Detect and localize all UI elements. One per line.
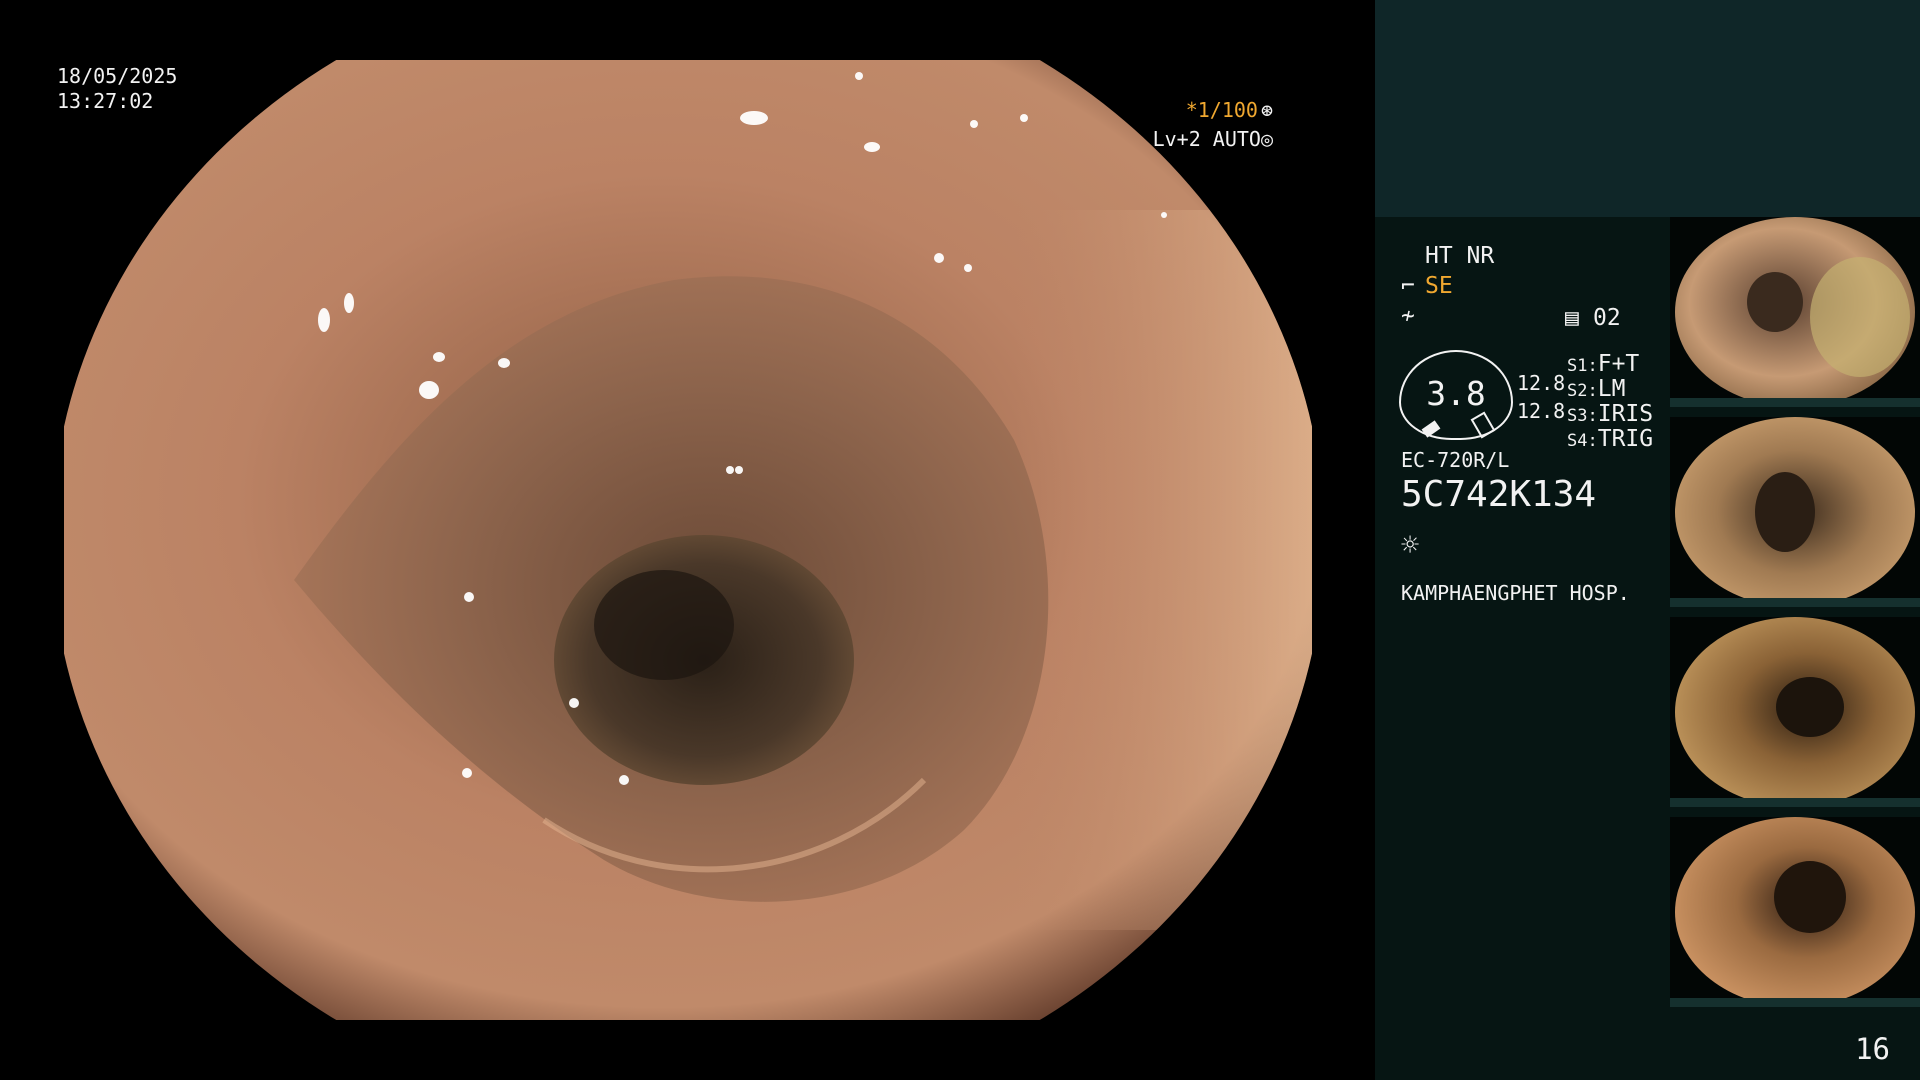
page-number: 16 xyxy=(1855,1032,1890,1066)
document-icon: ▤ xyxy=(1565,305,1579,331)
switch-row: S3:IRIS xyxy=(1567,401,1653,427)
gauge: 3.8 xyxy=(1399,350,1513,440)
gauge-pointer-left xyxy=(1421,420,1441,438)
thumbnail[interactable] xyxy=(1670,417,1920,607)
switch-row: S4:TRIG xyxy=(1567,426,1653,452)
switch-value: F+T xyxy=(1597,351,1640,377)
light-icon: ☼ xyxy=(1401,528,1420,563)
scope-info: HT NR ⌐ SE ≁ ▤ 02 3.8 12.8 12.8 S1:F+T S… xyxy=(1375,217,1670,1080)
switch-value: LM xyxy=(1597,376,1626,402)
thumbnail-strip xyxy=(1670,217,1920,1017)
signal-icon: ≁ xyxy=(1401,303,1415,329)
pressure-value-1: 12.8 xyxy=(1517,371,1566,395)
info-panel: HT NR ⌐ SE ≁ ▤ 02 3.8 12.8 12.8 S1:F+T S… xyxy=(1375,0,1920,1080)
mode-line: HT NR xyxy=(1425,243,1495,269)
endoscope-main-view: 18/05/2025 13:27:02 *1/100 ⊛ Lv+2 AUTO◎ xyxy=(0,0,1375,1080)
switch-key: S1: xyxy=(1567,356,1598,376)
iris-readout: Lv+2 AUTO◎ xyxy=(1153,127,1273,151)
panel-header-area xyxy=(1375,0,1920,217)
switch-row: S1:F+T xyxy=(1567,351,1639,377)
thumbnail[interactable] xyxy=(1670,817,1920,1007)
thumbnail-bar xyxy=(1670,798,1920,807)
thumbnail[interactable] xyxy=(1670,217,1920,407)
switch-key: S4: xyxy=(1567,431,1598,451)
date-text: 18/05/2025 xyxy=(57,64,178,88)
scope-model: EC-720R/L xyxy=(1401,448,1510,472)
shutter-text: *1/100 xyxy=(1185,98,1258,122)
scope-se-icon: ⌐ xyxy=(1401,273,1415,299)
switch-key: S2: xyxy=(1567,381,1598,401)
thumbnail-bar xyxy=(1670,398,1920,407)
aperture-icon: ⊛ xyxy=(1260,98,1273,122)
thumbnail-bar xyxy=(1670,998,1920,1007)
thumbnail[interactable] xyxy=(1670,617,1920,807)
iris-text: Lv+2 AUTO xyxy=(1152,127,1261,151)
time-text: 13:27:02 xyxy=(57,89,154,113)
gauge-value: 3.8 xyxy=(1426,374,1486,413)
shutter-readout: *1/100 ⊛ xyxy=(1186,98,1273,122)
iris-icon: ◎ xyxy=(1260,127,1273,151)
scope-serial: 5C742K134 xyxy=(1401,474,1597,515)
date-time-stamp: 18/05/2025 13:27:02 xyxy=(57,64,177,114)
endoscopy-image xyxy=(64,60,1312,1020)
thumbnail-bar xyxy=(1670,598,1920,607)
switch-key: S3: xyxy=(1567,406,1598,426)
switch-row: S2:LM xyxy=(1567,376,1625,402)
se-label: SE xyxy=(1425,273,1453,299)
hospital-name: KAMPHAENGPHET HOSP. xyxy=(1401,581,1630,605)
channel-number: 02 xyxy=(1593,305,1621,331)
switch-value: IRIS xyxy=(1597,401,1654,427)
switch-value: TRIG xyxy=(1597,426,1654,452)
pressure-value-2: 12.8 xyxy=(1517,399,1566,423)
gauge-pointer-right xyxy=(1470,411,1496,439)
